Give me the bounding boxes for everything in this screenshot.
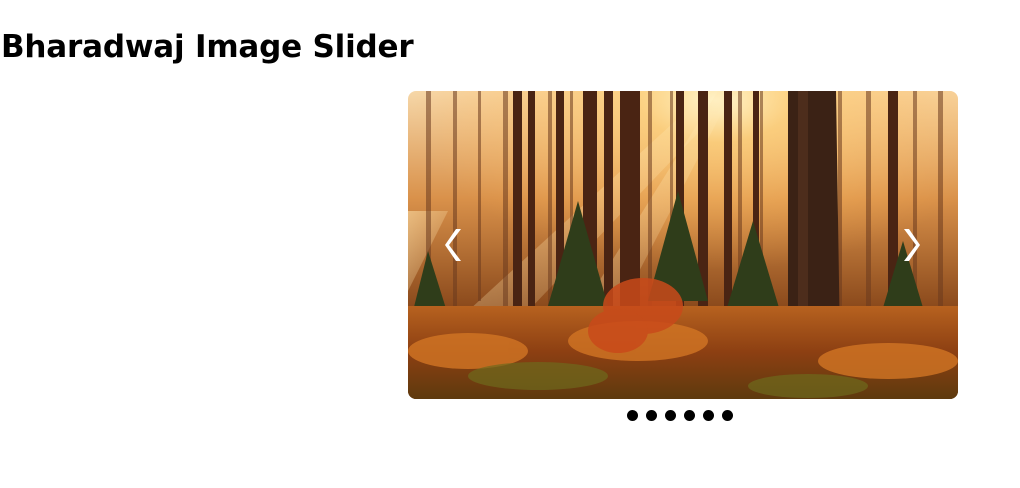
slide-indicator-dots	[627, 410, 733, 422]
slide-dot-6[interactable]	[722, 410, 733, 421]
chevron-right-icon	[904, 229, 920, 261]
previous-slide-button[interactable]	[443, 225, 467, 265]
image-slider	[408, 91, 958, 399]
chevron-left-icon	[445, 229, 461, 261]
slide-image	[408, 91, 958, 399]
slide-dot-5[interactable]	[703, 410, 714, 421]
slide-dot-1[interactable]	[627, 410, 638, 421]
next-slide-button[interactable]	[898, 225, 922, 265]
slide-dot-2[interactable]	[646, 410, 657, 421]
page-title: Bharadwaj Image Slider	[1, 29, 414, 65]
slide-dot-4[interactable]	[684, 410, 695, 421]
slide-dot-3[interactable]	[665, 410, 676, 421]
